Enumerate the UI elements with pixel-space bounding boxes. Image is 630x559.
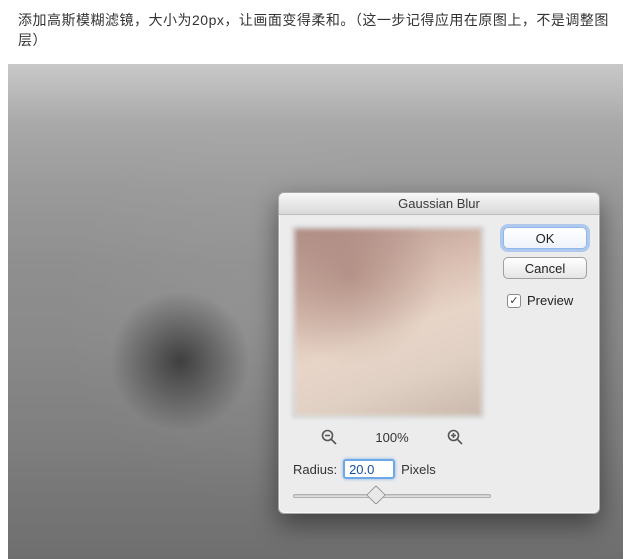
- gaussian-blur-dialog: Gaussian Blur 100% Radius: Pixels: [278, 192, 600, 514]
- dialog-title: Gaussian Blur: [398, 196, 480, 211]
- instruction-text: 添加高斯模糊滤镜，大小为20px，让画面变得柔和。（这一步记得应用在原图上，不是…: [0, 0, 630, 64]
- image-canvas: Gaussian Blur 100% Radius: Pixels: [8, 64, 623, 559]
- preview-checkbox[interactable]: ✓: [507, 294, 521, 308]
- radius-slider[interactable]: [293, 487, 491, 503]
- ok-button[interactable]: OK: [503, 227, 587, 249]
- slider-track: [293, 494, 491, 498]
- preview-label: Preview: [527, 293, 573, 308]
- slider-thumb[interactable]: [366, 485, 386, 505]
- radius-input[interactable]: [343, 459, 395, 479]
- cancel-button[interactable]: Cancel: [503, 257, 587, 279]
- zoom-out-icon[interactable]: [319, 427, 339, 447]
- zoom-level: 100%: [375, 430, 408, 445]
- radius-label: Radius:: [293, 462, 337, 477]
- zoom-in-icon[interactable]: [445, 427, 465, 447]
- dialog-titlebar[interactable]: Gaussian Blur: [279, 193, 599, 215]
- radius-units: Pixels: [401, 462, 436, 477]
- filter-preview[interactable]: [293, 227, 483, 417]
